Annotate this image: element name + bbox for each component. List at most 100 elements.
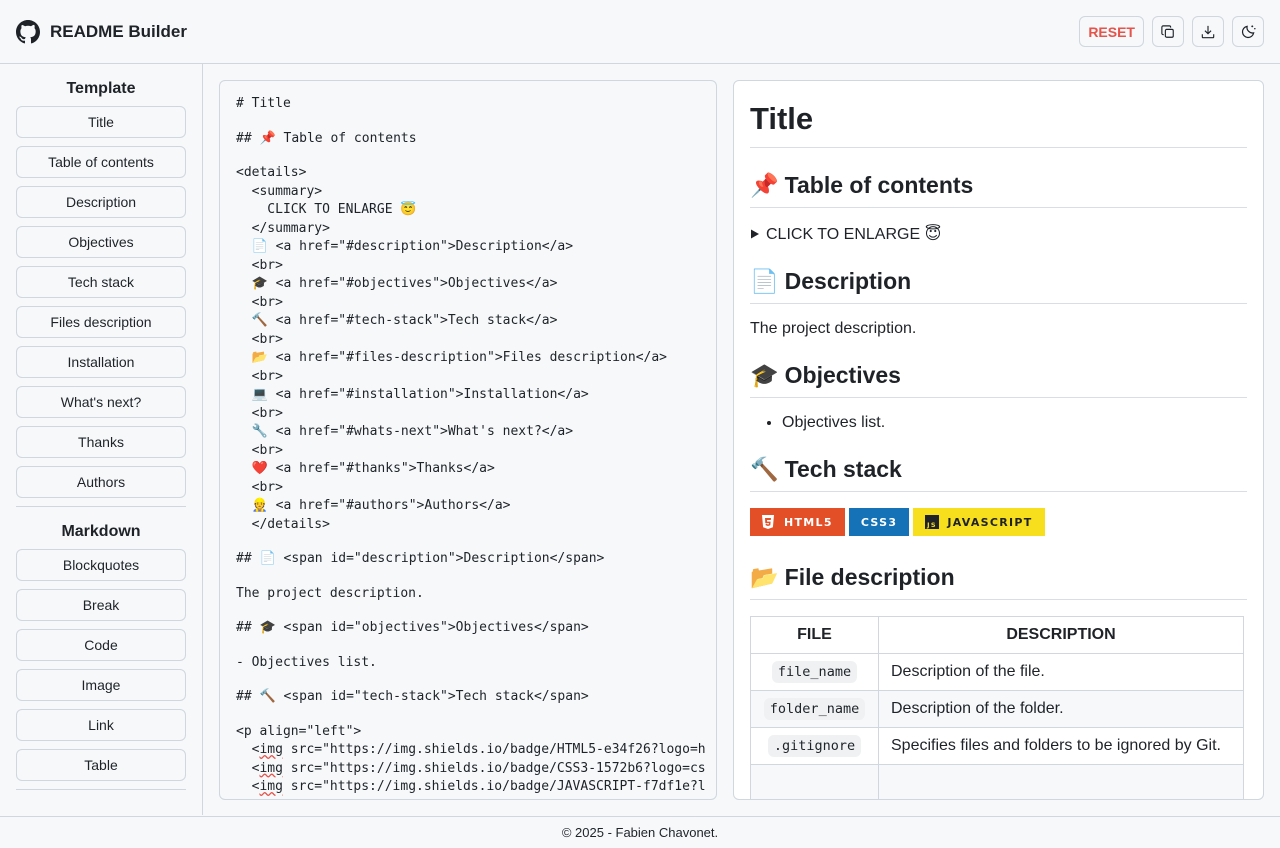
graduation-cap-icon: 🎓: [750, 362, 779, 388]
copy-icon: [1161, 24, 1175, 39]
table-cell: Description of the folder.: [878, 690, 1244, 728]
template-objectives-button[interactable]: Objectives: [16, 226, 186, 258]
preview-toc-heading-text: Table of contents: [784, 172, 974, 198]
pushpin-icon: 📌: [750, 172, 779, 198]
template-description-button[interactable]: Description: [16, 186, 186, 218]
preview-title: Title: [750, 81, 1247, 148]
preview-toc-heading: 📌 Table of contents: [750, 172, 1247, 208]
table-row: folder_name Description of the folder.: [750, 690, 1244, 728]
markdown-break-button[interactable]: Break: [16, 589, 186, 621]
list-item: Objectives list.: [782, 414, 1247, 432]
template-authors-button[interactable]: Authors: [16, 466, 186, 498]
template-files-description-button[interactable]: Files description: [16, 306, 186, 338]
template-installation-button[interactable]: Installation: [16, 346, 186, 378]
tech-badges: HTML5 CSS3 JS JAVASCRIPT: [750, 508, 1247, 536]
css3-badge: CSS3: [848, 508, 910, 536]
table-cell: Specifies files and folders to be ignore…: [878, 727, 1244, 765]
editor-line: The project description.: [236, 585, 424, 601]
table-row: .gitignore Specifies files and folders t…: [750, 727, 1244, 765]
editor-line: <br>: [236, 257, 283, 273]
editor-line: <p align="left">: [236, 723, 362, 739]
editor-code[interactable]: # Title ## 📌 Table of contents <details> <…: [236, 95, 706, 800]
sidebar: Template Title Table of contents Descrip…: [0, 64, 203, 815]
preview-files-heading-text: File description: [784, 564, 955, 590]
sidebar-divider: [16, 789, 186, 790]
details-summary[interactable]: CLICK TO ENLARGE 😇: [766, 224, 941, 244]
github-icon: [16, 19, 40, 44]
reset-button[interactable]: RESET: [1079, 16, 1144, 47]
editor-line: <img src="https://img.shields.io/badge/C…: [236, 760, 706, 776]
table-row: file_name Description of the file.: [750, 653, 1244, 691]
preview-tech-heading-text: Tech stack: [784, 456, 902, 482]
editor-line: CLICK TO ENLARGE 😇: [236, 202, 417, 217]
svg-text:JS: JS: [926, 521, 937, 529]
editor-line: # Title: [236, 96, 291, 111]
download-button[interactable]: [1192, 16, 1224, 47]
markdown-link-button[interactable]: Link: [16, 709, 186, 741]
preview-files-heading: 📂 File description: [750, 564, 1247, 600]
template-whats-next-button[interactable]: What's next?: [16, 386, 186, 418]
editor-line: </summary>: [236, 220, 330, 236]
javascript-icon: JS: [925, 515, 940, 529]
template-tech-stack-button[interactable]: Tech stack: [16, 266, 186, 298]
page-icon: 📄: [750, 268, 779, 294]
html5-icon: [762, 515, 776, 529]
table-cell: .gitignore: [750, 727, 879, 765]
markdown-preview: Title 📌 Table of contents CLICK TO ENLAR…: [733, 80, 1264, 800]
download-icon: [1201, 25, 1215, 39]
preview-description-heading: 📄 Description: [750, 268, 1247, 304]
sidebar-divider: [16, 506, 186, 507]
markdown-blockquotes-button[interactable]: Blockquotes: [16, 549, 186, 581]
template-section-title: Template: [66, 80, 136, 97]
editor-line: 🔨 <a href="#tech-stack">Tech stack</a>: [236, 313, 558, 328]
editor-line: ## 🎓 <span id="objectives">Objectives</s…: [236, 620, 589, 635]
editor-line: <br>: [236, 479, 283, 495]
editor-line: ## 📄 <span id="description">Description<…: [236, 551, 605, 566]
moon-icon: [1241, 24, 1256, 39]
table-header-cell: DESCRIPTION: [878, 616, 1244, 654]
editor-line: ## 📌 Table of contents: [236, 130, 417, 146]
table-header-cell: FILE: [750, 616, 879, 654]
markdown-editor[interactable]: # Title ## 📌 Table of contents <details> <…: [219, 80, 717, 800]
editor-line: <summary>: [236, 183, 323, 199]
template-title-button[interactable]: Title: [16, 106, 186, 138]
editor-line: <br>: [236, 405, 283, 421]
editor-line: ❤️ <a href="#thanks">Thanks</a>: [236, 461, 495, 476]
editor-line: 📄 <a href="#description">Description</a>: [236, 239, 574, 254]
preview-objectives-heading: 🎓 Objectives: [750, 362, 1247, 398]
footer: © 2025 - Fabien Chavonet.: [0, 816, 1280, 848]
theme-toggle-button[interactable]: [1232, 16, 1264, 47]
copy-button[interactable]: [1152, 16, 1184, 47]
markdown-code-button[interactable]: Code: [16, 629, 186, 661]
table-header-row: FILE DESCRIPTION: [750, 616, 1244, 654]
app-header: README Builder RESET: [0, 0, 1280, 64]
markdown-image-button[interactable]: Image: [16, 669, 186, 701]
preview-description-text: The project description.: [750, 320, 917, 337]
table-cell: folder_name: [750, 690, 879, 728]
template-toc-button[interactable]: Table of contents: [16, 146, 186, 178]
editor-line: <br>: [236, 442, 283, 458]
html5-badge: HTML5: [750, 508, 845, 536]
editor-line: </details>: [236, 516, 330, 532]
table-cell: Description of the file.: [878, 653, 1244, 691]
editor-line: <br>: [236, 368, 283, 384]
markdown-section-title: Markdown: [61, 523, 141, 540]
disclosure-triangle-icon: [750, 229, 760, 239]
editor-line: 📂 <a href="#files-description">Files des…: [236, 350, 667, 365]
editor-line: 🎓 <a href="#objectives">Objectives</a>: [236, 276, 558, 291]
preview-details[interactable]: CLICK TO ENLARGE 😇: [750, 224, 1247, 244]
editor-line: 👷 <a href="#authors">Authors</a>: [236, 498, 511, 513]
preview-tech-heading: 🔨 Tech stack: [750, 456, 1247, 492]
javascript-badge: JS JAVASCRIPT: [913, 508, 1045, 536]
editor-line: </p>: [236, 797, 700, 800]
editor-line: 💻 <a href="#installation">Installation</…: [236, 387, 589, 402]
template-thanks-button[interactable]: Thanks: [16, 426, 186, 458]
markdown-table-button[interactable]: Table: [16, 749, 186, 781]
editor-line: <img src="https://img.shields.io/badge/H…: [236, 742, 706, 757]
table-row: [750, 764, 1244, 799]
preview-objectives-heading-text: Objectives: [784, 362, 901, 388]
